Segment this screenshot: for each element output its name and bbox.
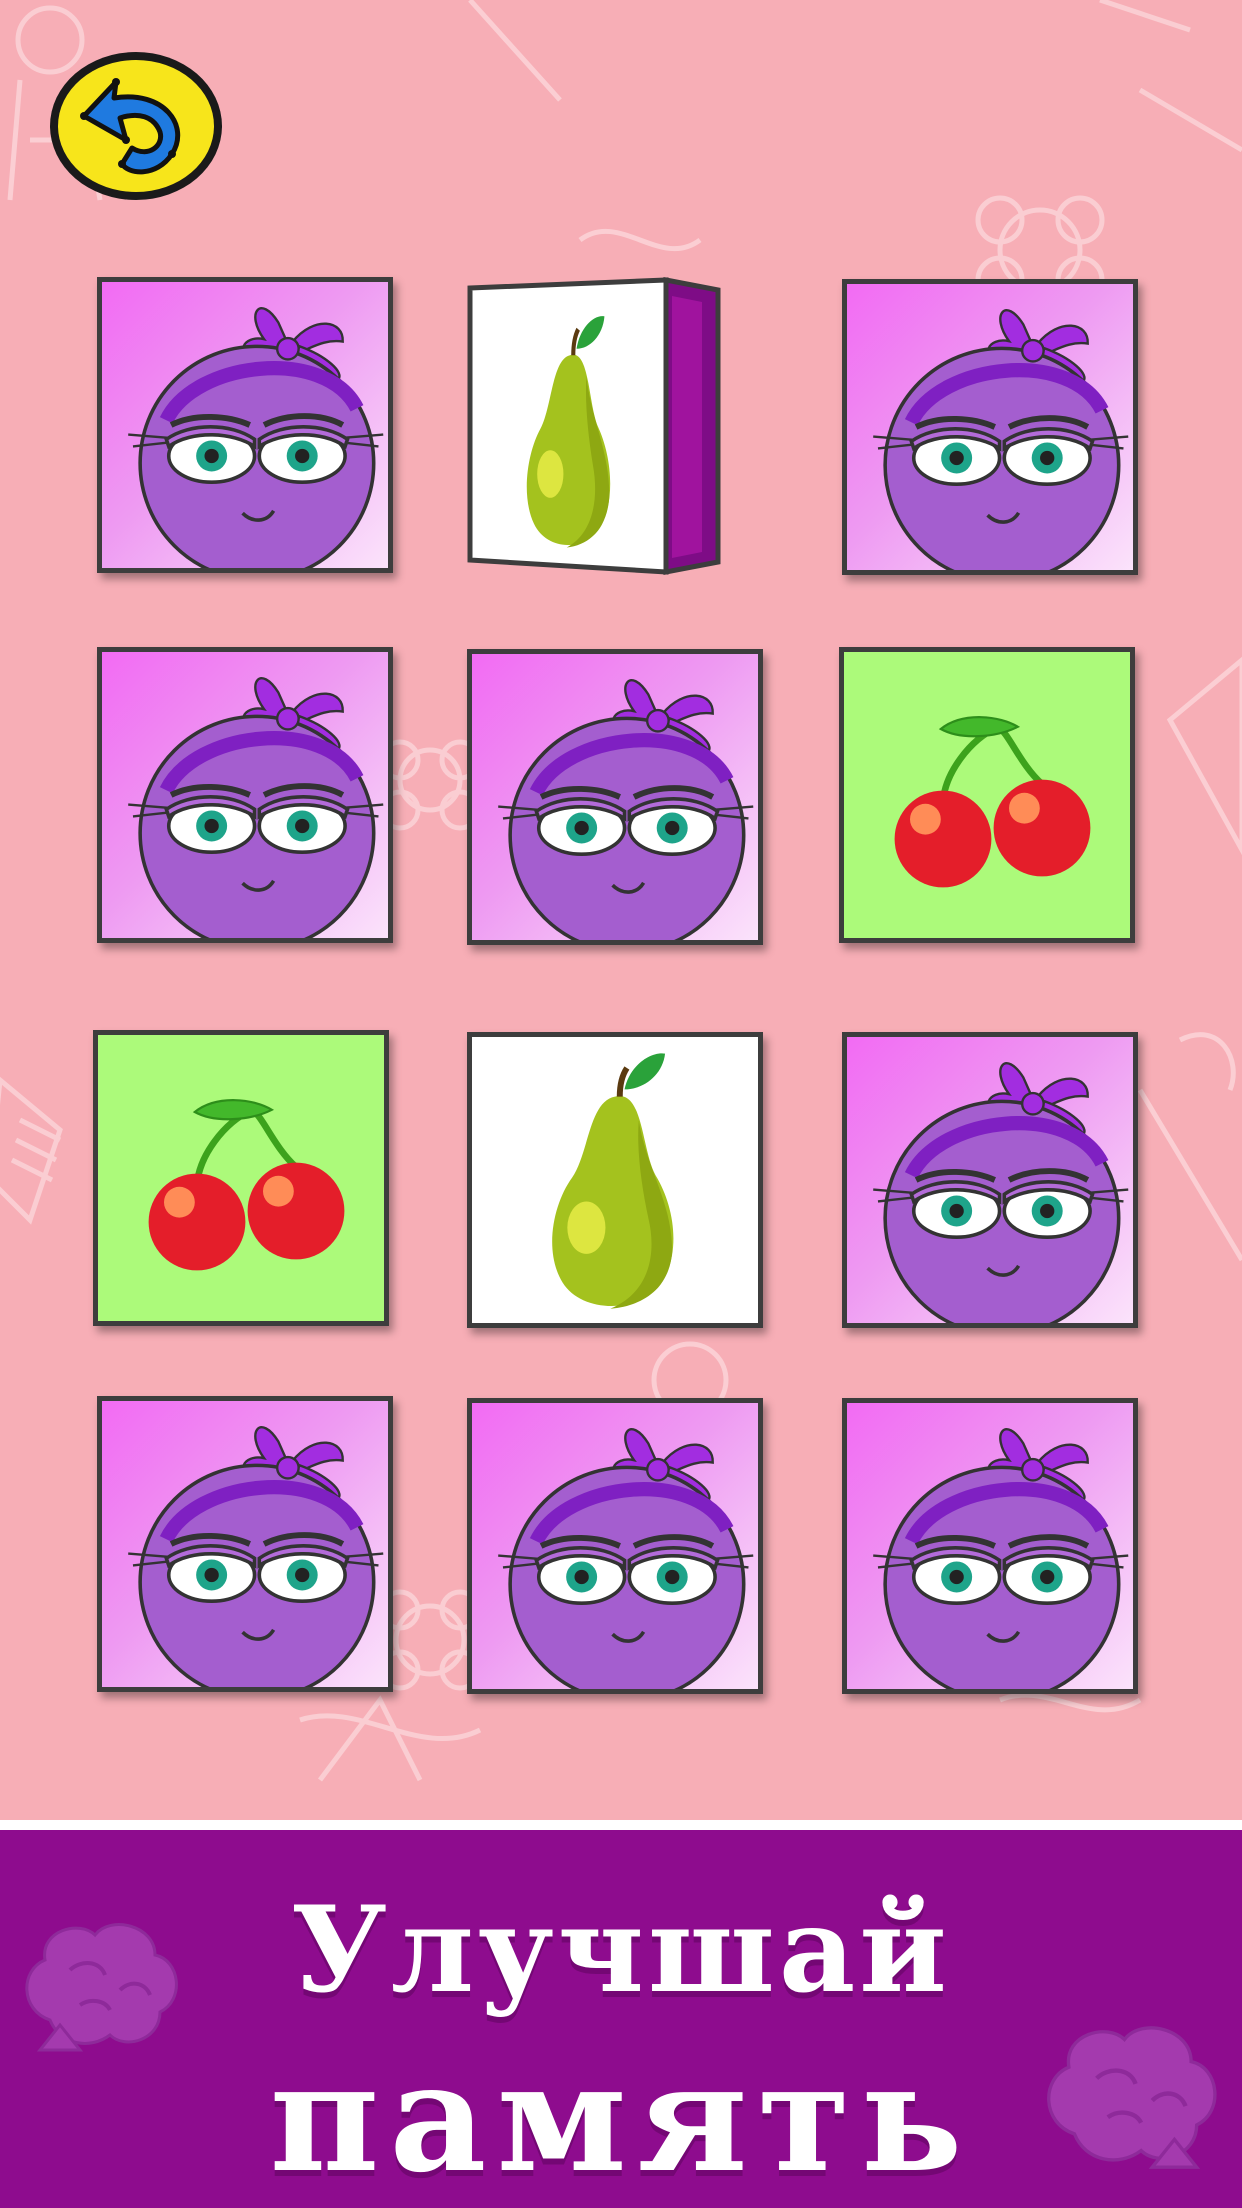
- card-cherry[interactable]: [839, 647, 1135, 943]
- card-face-down[interactable]: [842, 279, 1138, 575]
- banner-title-line2: память: [269, 2030, 973, 2206]
- card-pear-flipping[interactable]: [466, 276, 726, 576]
- pear-icon: [472, 1037, 758, 1323]
- undo-arrow-icon: [50, 52, 222, 200]
- card-face-down[interactable]: [842, 1032, 1138, 1328]
- cherry-icon: [98, 1035, 384, 1321]
- purple-berry-face-icon: [102, 282, 388, 568]
- banner-divider: [0, 1820, 1242, 1830]
- card-face-down[interactable]: [467, 649, 763, 945]
- cherry-icon: [844, 652, 1130, 938]
- purple-berry-face-icon: [102, 1401, 388, 1687]
- purple-berry-face-icon: [472, 654, 758, 940]
- purple-berry-face-icon: [847, 1403, 1133, 1689]
- banner-title-line1: Улучшай: [291, 1880, 951, 2019]
- back-button[interactable]: [44, 46, 228, 206]
- purple-berry-face-icon: [847, 284, 1133, 570]
- purple-berry-face-icon: [102, 652, 388, 938]
- card-face-down[interactable]: [97, 277, 393, 573]
- card-cherry[interactable]: [93, 1030, 389, 1326]
- card-face-down[interactable]: [467, 1398, 763, 1694]
- purple-berry-face-icon: [847, 1037, 1133, 1323]
- card-pear[interactable]: [467, 1032, 763, 1328]
- card-face-down[interactable]: [97, 647, 393, 943]
- card-face-down[interactable]: [842, 1398, 1138, 1694]
- pear-icon: [467, 276, 721, 576]
- card-face-down[interactable]: [97, 1396, 393, 1692]
- purple-berry-face-icon: [472, 1403, 758, 1689]
